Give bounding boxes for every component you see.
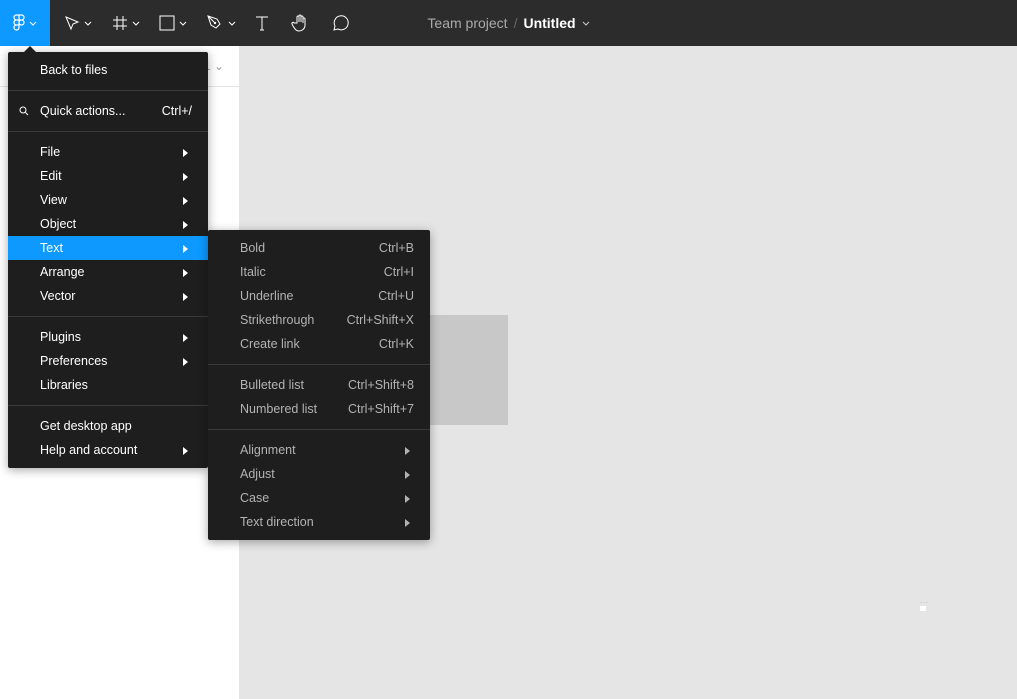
- menu-item-label: Strikethrough: [240, 313, 315, 327]
- menu-item-label: Alignment: [240, 443, 296, 457]
- menu-item-label: Bold: [240, 241, 266, 255]
- file-title: Team project / Untitled: [0, 0, 1017, 46]
- project-name[interactable]: Team project: [427, 15, 507, 31]
- menu-item-label: Text direction: [240, 515, 314, 529]
- menu-item-label: Adjust: [240, 467, 275, 481]
- menu-item-shortcut: Ctrl+Shift+7: [347, 402, 414, 416]
- submenu-item-underline[interactable]: Underline Ctrl+U: [208, 284, 430, 308]
- submenu-item-alignment[interactable]: Alignment: [208, 438, 430, 462]
- menu-item-arrange[interactable]: Arrange: [8, 260, 208, 284]
- menu-item-label: View: [40, 193, 67, 207]
- menu-item-label: File: [40, 145, 61, 159]
- menu-item-object[interactable]: Object: [8, 212, 208, 236]
- menu-item-label: Underline: [240, 289, 294, 303]
- canvas-small-frame[interactable]: [920, 606, 926, 611]
- menu-item-label: Bulleted list: [240, 378, 304, 392]
- menu-item-text[interactable]: Text: [8, 236, 208, 260]
- submenu-item-numbered-list[interactable]: Numbered list Ctrl+Shift+7: [208, 397, 430, 421]
- menu-item-get-desktop-app[interactable]: Get desktop app: [8, 414, 208, 438]
- menu-item-back-to-files[interactable]: Back to files: [8, 58, 208, 82]
- submenu-arrow-icon: [183, 447, 188, 455]
- chevron-down-icon[interactable]: [582, 19, 590, 27]
- menu-item-shortcut: Ctrl+I: [383, 265, 414, 279]
- menu-item-label: Edit: [40, 169, 62, 183]
- title-separator: /: [513, 15, 518, 31]
- submenu-arrow-icon: [183, 293, 188, 301]
- submenu-arrow-icon: [405, 471, 410, 479]
- text-submenu: Bold Ctrl+B Italic Ctrl+I Underline Ctrl+U …: [208, 230, 430, 540]
- menu-divider: [8, 316, 208, 317]
- menu-item-shortcut: Ctrl+/: [161, 104, 192, 118]
- submenu-item-adjust[interactable]: Adjust: [208, 462, 430, 486]
- menu-item-label: Plugins: [40, 330, 81, 344]
- submenu-item-create-link[interactable]: Create link Ctrl+K: [208, 332, 430, 356]
- menu-divider: [8, 131, 208, 132]
- menu-item-preferences[interactable]: Preferences: [8, 349, 208, 373]
- submenu-arrow-icon: [405, 519, 410, 527]
- menu-item-libraries[interactable]: Libraries: [8, 373, 208, 397]
- menu-item-shortcut: Ctrl+K: [378, 337, 414, 351]
- menu-item-help-and-account[interactable]: Help and account: [8, 438, 208, 462]
- menu-item-shortcut: Ctrl+U: [378, 289, 414, 303]
- menu-caret: [24, 46, 36, 52]
- menu-divider: [208, 429, 430, 430]
- menu-item-vector[interactable]: Vector: [8, 284, 208, 308]
- search-icon: [19, 106, 29, 116]
- menu-item-plugins[interactable]: Plugins: [8, 325, 208, 349]
- menu-item-label: Quick actions...: [40, 104, 126, 118]
- menu-item-shortcut: Ctrl+B: [378, 241, 414, 255]
- menu-item-label: Object: [40, 217, 77, 231]
- menu-divider: [8, 405, 208, 406]
- submenu-item-strikethrough[interactable]: Strikethrough Ctrl+Shift+X: [208, 308, 430, 332]
- menu-item-label: Vector: [40, 289, 76, 303]
- submenu-arrow-icon: [183, 173, 188, 181]
- submenu-arrow-icon: [183, 334, 188, 342]
- submenu-arrow-icon: [183, 197, 188, 205]
- submenu-arrow-icon: [183, 221, 188, 229]
- submenu-arrow-icon: [183, 269, 188, 277]
- menu-divider: [8, 90, 208, 91]
- menu-item-label: Text: [40, 241, 63, 255]
- menu-item-quick-actions[interactable]: Quick actions... Ctrl+/: [8, 99, 208, 123]
- menu-item-label: Case: [240, 491, 270, 505]
- submenu-arrow-icon: [405, 495, 410, 503]
- submenu-item-case[interactable]: Case: [208, 486, 430, 510]
- menu-divider: [208, 364, 430, 365]
- submenu-arrow-icon: [183, 245, 188, 253]
- file-name[interactable]: Untitled: [523, 15, 575, 31]
- canvas-rectangle[interactable]: [430, 315, 508, 425]
- submenu-arrow-icon: [183, 358, 188, 366]
- menu-item-label: Libraries: [40, 378, 88, 392]
- submenu-item-bulleted-list[interactable]: Bulleted list Ctrl+Shift+8: [208, 373, 430, 397]
- main-menu: Back to files Quick actions... Ctrl+/ Fi…: [8, 46, 208, 468]
- menu-item-label: Arrange: [40, 265, 85, 279]
- toolbar: Team project / Untitled: [0, 0, 1017, 46]
- menu-item-label: Italic: [240, 265, 266, 279]
- menu-item-label: Preferences: [40, 354, 108, 368]
- menu-item-shortcut: Ctrl+Shift+8: [347, 378, 414, 392]
- menu-item-label: Create link: [240, 337, 300, 351]
- submenu-arrow-icon: [405, 447, 410, 455]
- menu-item-edit[interactable]: Edit: [8, 164, 208, 188]
- submenu-item-bold[interactable]: Bold Ctrl+B: [208, 236, 430, 260]
- menu-item-view[interactable]: View: [8, 188, 208, 212]
- menu-item-shortcut: Ctrl+Shift+X: [346, 313, 414, 327]
- submenu-arrow-icon: [183, 149, 188, 157]
- submenu-item-italic[interactable]: Italic Ctrl+I: [208, 260, 430, 284]
- menu-item-label: Get desktop app: [40, 419, 132, 433]
- menu-item-file[interactable]: File: [8, 140, 208, 164]
- menu-item-label: Numbered list: [240, 402, 318, 416]
- menu-item-label: Back to files: [40, 63, 108, 77]
- menu-item-label: Help and account: [40, 443, 138, 457]
- submenu-item-text-direction[interactable]: Text direction: [208, 510, 430, 534]
